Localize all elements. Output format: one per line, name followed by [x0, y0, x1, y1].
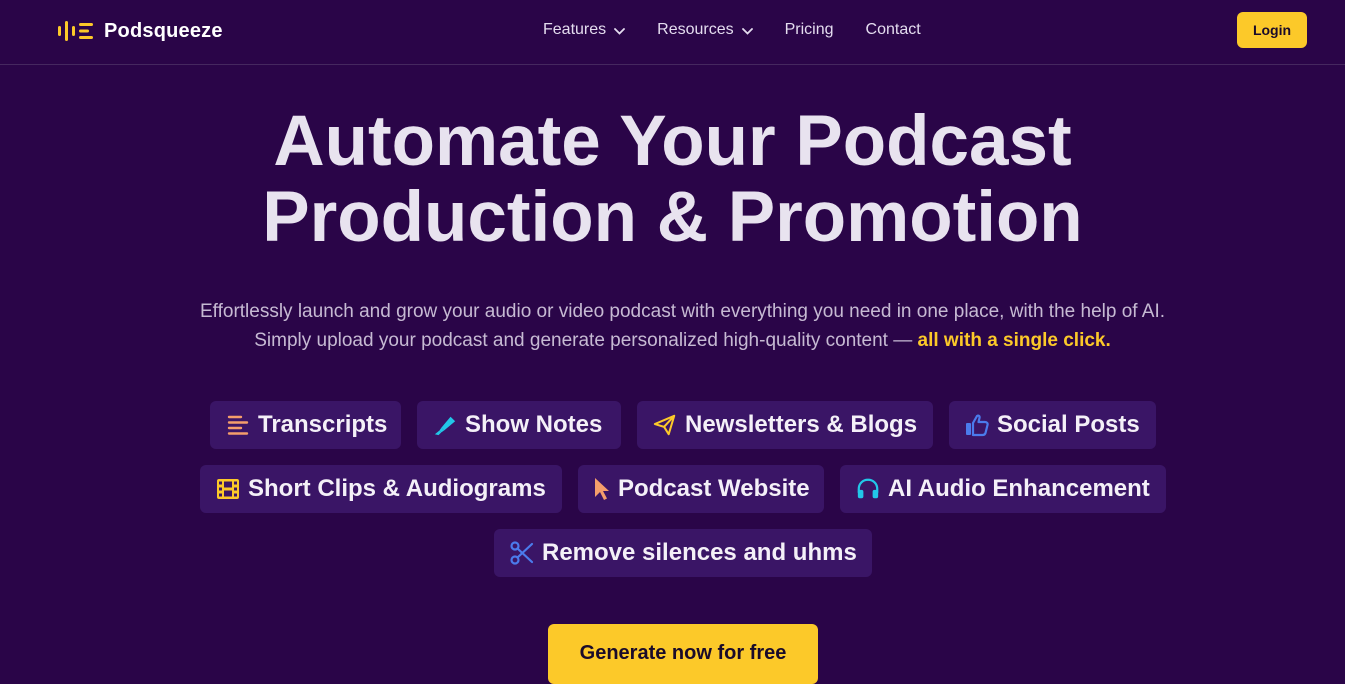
feature-pill-label: Show Notes [465, 411, 603, 438]
feature-pill-short-clips[interactable]: Short Clips & Audiograms [200, 465, 562, 513]
nav-item-pricing[interactable]: Pricing [785, 21, 834, 39]
hero-title-line: Production & Promotion [262, 178, 1083, 257]
feature-pill-ai-audio[interactable]: AI Audio Enhancement [840, 465, 1166, 513]
nav-links: Features Resources Pricing Contact [543, 18, 953, 42]
nav-item-label: Resources [657, 21, 734, 38]
feature-pill-label: Social Posts [997, 411, 1140, 438]
highlighter-icon [433, 413, 457, 437]
paper-plane-icon [653, 413, 677, 437]
thumbs-up-icon [965, 413, 989, 437]
nav-item-resources[interactable]: Resources [657, 21, 753, 39]
logo-icon [58, 21, 93, 41]
feature-pill-podcast-website[interactable]: Podcast Website [578, 465, 824, 513]
feature-pill-label: Remove silences and uhms [542, 539, 857, 566]
feature-pill-transcripts[interactable]: Transcripts [210, 401, 401, 449]
hero-subtitle-line: Effortlessly launch and grow your audio … [199, 301, 1166, 322]
hero-title: Automate Your Podcast Production & Promo… [0, 104, 1345, 256]
nav-item-label: Features [543, 21, 607, 38]
hero-subtitle-text: Simply upload your podcast and generate … [254, 330, 918, 351]
nav-item-label: Contact [865, 21, 921, 38]
brand-name: Podsqueeze [104, 19, 223, 42]
nav-item-label: Pricing [784, 21, 834, 38]
nav-item-features[interactable]: Features [543, 21, 626, 39]
feature-pill-label: Short Clips & Audiograms [248, 475, 546, 502]
feature-pill-label: AI Audio Enhancement [888, 475, 1150, 502]
feature-pill-label: Transcripts [258, 411, 388, 438]
hero-title-line: Automate Your Podcast [273, 102, 1072, 181]
feature-pill-show-notes[interactable]: Show Notes [417, 401, 621, 449]
hero-subtitle: Effortlessly launch and grow your audio … [0, 297, 1345, 355]
align-left-icon [226, 413, 250, 437]
feature-pill-social-posts[interactable]: Social Posts [949, 401, 1156, 449]
brand-logo[interactable]: Podsqueeze [58, 18, 223, 44]
scissors-icon [510, 541, 534, 565]
feature-pill-label: Podcast Website [618, 475, 810, 502]
film-icon [216, 477, 240, 501]
chevron-down-icon [614, 27, 626, 35]
feature-pill-label: Newsletters & Blogs [685, 411, 918, 438]
chevron-down-icon [741, 27, 753, 35]
cursor-icon [594, 477, 610, 501]
feature-pill-newsletters[interactable]: Newsletters & Blogs [637, 401, 933, 449]
hero-subtitle-line: Simply upload your podcast and generate … [0, 326, 1345, 355]
hero-subtitle-highlight: all with a single click. [917, 330, 1111, 351]
generate-free-button[interactable]: Generate now for free [548, 624, 818, 684]
feature-pill-remove-silences[interactable]: Remove silences and uhms [494, 529, 872, 577]
login-button[interactable]: Login [1237, 12, 1307, 48]
nav-item-contact[interactable]: Contact [866, 21, 921, 39]
headphones-icon [856, 477, 880, 501]
top-navbar: Podsqueeze Features Resources Pricing Co… [0, 0, 1345, 65]
